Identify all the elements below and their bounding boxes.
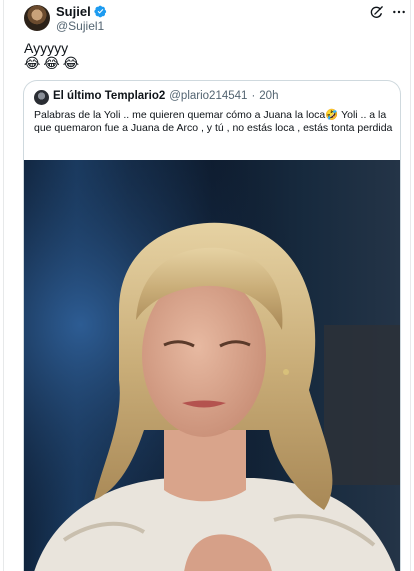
laughing-emoji: 😂: [43, 56, 60, 72]
quoted-media-photo[interactable]: [24, 160, 400, 571]
laughing-emoji: 😂: [62, 56, 80, 72]
quoted-timestamp[interactable]: 20h: [259, 90, 278, 102]
laughing-emoji: 😂: [24, 56, 41, 72]
photo-illustration: [24, 160, 400, 571]
more-options-icon[interactable]: [391, 4, 407, 20]
quoted-author-name[interactable]: El último Templario2: [53, 90, 165, 102]
author-handle[interactable]: @Sujiel1: [56, 19, 104, 33]
quoted-author-handle[interactable]: @plario214541: [169, 90, 247, 102]
tweet-text: Ayyyyy: [24, 40, 69, 56]
profile-avatar[interactable]: [24, 5, 50, 31]
quoted-text: Palabras de la Yoli .. me quieren quemar…: [34, 109, 393, 134]
verified-badge-icon: [94, 5, 106, 18]
author-row: Sujiel: [56, 4, 107, 19]
meta-separator: ·: [251, 90, 256, 102]
quoted-author-avatar[interactable]: [34, 90, 49, 105]
tweet-emojis: 😂 😂 😂: [24, 56, 79, 72]
grok-icon[interactable]: [369, 5, 384, 20]
quoted-tweet[interactable]: El último Templario2 @plario214541 · 20h…: [23, 80, 401, 571]
author-display-name[interactable]: Sujiel: [56, 4, 91, 19]
tweet-card: Sujiel @Sujiel1 Ayyyyy 😂 😂 😂 El último T…: [3, 0, 411, 571]
quoted-author-row: El último Templario2 @plario214541 · 20h: [53, 90, 278, 102]
